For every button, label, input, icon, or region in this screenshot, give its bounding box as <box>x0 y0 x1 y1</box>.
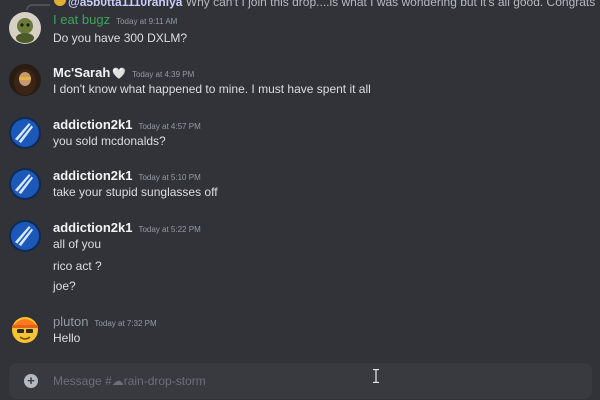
message-text: you sold mcdonalds? <box>53 134 166 148</box>
text-cursor-icon <box>373 369 379 383</box>
avatar[interactable] <box>9 168 41 200</box>
avatar[interactable] <box>9 220 41 252</box>
reply-spine <box>26 4 50 10</box>
username[interactable]: Mc'Sarah 🤍 <box>53 65 126 80</box>
timestamp: Today at 4:39 PM <box>131 70 195 79</box>
username[interactable]: addiction2k1 <box>53 168 132 183</box>
avatar[interactable] <box>9 117 41 149</box>
reply-preview-text: @a5b0tta1110rahiya Why can't I join this… <box>68 0 595 9</box>
username-text: Mc'Sarah <box>53 65 111 80</box>
avatar[interactable] <box>9 312 41 344</box>
username[interactable]: I eat bugz <box>53 12 110 27</box>
avatar[interactable] <box>9 64 41 96</box>
reply-mention[interactable]: @a5b0tta1110rahiya <box>68 0 182 9</box>
username[interactable]: pluton <box>53 314 88 329</box>
reply-snippet: Why can't I join this drop....is what I … <box>185 0 596 9</box>
message-text: Do you have 300 DXLM? <box>53 31 188 45</box>
reply-preview[interactable]: @a5b0tta1110rahiya Why can't I join this… <box>0 0 600 10</box>
message-text: I don't know what happened to mine. I mu… <box>53 82 371 96</box>
avatar[interactable] <box>9 12 41 44</box>
username[interactable]: addiction2k1 <box>53 117 132 132</box>
message-text: Hello <box>53 331 81 345</box>
timestamp: Today at 9:11 AM <box>116 17 178 26</box>
plus-circle-icon[interactable]: + <box>24 374 38 388</box>
message-input[interactable] <box>53 363 553 399</box>
message-text: take your stupid sunglasses off <box>53 185 218 199</box>
timestamp: Today at 4:57 PM <box>138 122 201 131</box>
message-text: joe? <box>53 279 76 293</box>
timestamp: Today at 5:22 PM <box>138 225 201 234</box>
message-composer: + <box>9 363 592 399</box>
timestamp: Today at 7:32 PM <box>94 319 157 328</box>
message-text: rico act ? <box>53 259 102 273</box>
timestamp: Today at 5:10 PM <box>138 173 201 182</box>
white-heart-icon: 🤍 <box>112 68 126 80</box>
message-text: all of you <box>53 237 102 251</box>
username[interactable]: addiction2k1 <box>53 220 132 235</box>
reply-avatar <box>54 0 66 6</box>
